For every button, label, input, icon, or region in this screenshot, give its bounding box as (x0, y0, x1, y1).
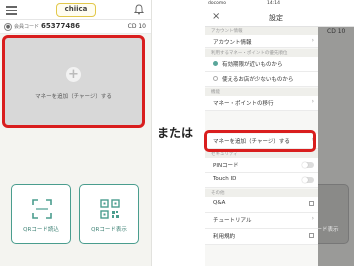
member-code-label: 会員コード (14, 24, 40, 30)
chevron-right-icon: › (311, 98, 314, 105)
page-title: 設定 (269, 14, 283, 22)
member-info-bar: ● 会員コード 65377486 CD 10 (0, 20, 151, 34)
radio-unselected-icon[interactable] (213, 76, 218, 81)
qr-show-label: QRコード表示 (91, 227, 127, 233)
bell-icon[interactable] (134, 4, 144, 15)
row-qa[interactable]: Q&A (205, 197, 318, 213)
settings-navbar: × 設定 (205, 7, 354, 27)
app-header: chiica (0, 0, 151, 20)
row-tutorial[interactable]: チュートリアル › (205, 213, 318, 229)
qr-scan-icon (32, 199, 52, 219)
chevron-right-icon: › (311, 215, 314, 222)
row-add-money[interactable]: マネーを追加（チャージ）する › (205, 134, 318, 149)
status-bar: docomo 14:14 (205, 0, 354, 7)
chevron-right-icon: › (311, 136, 314, 143)
plus-icon: + (66, 67, 81, 82)
signal-carrier: docomo (208, 1, 226, 6)
app-logo: chiica (56, 3, 96, 17)
row-priority-expiry[interactable]: 有効期限が近いものから (205, 57, 318, 72)
toggle-switch[interactable] (302, 162, 314, 168)
qr-read-button[interactable]: QRコード読込 (11, 184, 71, 244)
section-header: セキュリティ (205, 150, 318, 158)
settings-screen: docomo 14:14 × 設定 CD 10 コード表示 アカウント情報 アカ… (205, 0, 354, 266)
external-link-icon (309, 233, 314, 238)
cd-value: CD 10 (127, 23, 146, 30)
hamburger-menu-icon[interactable] (6, 6, 17, 15)
member-code-value: 65377486 (41, 22, 80, 30)
add-money-card[interactable]: + マネーを追加（チャージ）する (4, 37, 143, 126)
settings-panel: アカウント情報 アカウント情報 › 利用するマネー・ポイントの優先順位 有効期限… (205, 27, 318, 266)
qr-code-icon (100, 199, 120, 219)
qr-show-button[interactable]: QRコード表示 (79, 184, 139, 244)
section-header: アカウント情報 (205, 27, 318, 35)
background-cd-value: CD 10 (327, 28, 346, 35)
row-touch-id[interactable]: Touch ID (205, 173, 318, 188)
chevron-right-icon: › (311, 37, 314, 44)
status-time: 14:14 (267, 1, 280, 6)
row-pin-code[interactable]: PINコード (205, 158, 318, 173)
row-priority-fewer-stores[interactable]: 使えるお店が少ないものから (205, 72, 318, 87)
home-screen: chiica ● 会員コード 65377486 CD 10 + マネーを追加（チ… (0, 0, 152, 266)
section-header: 利用するマネー・ポイントの優先順位 (205, 49, 318, 57)
section-header: 機能 (205, 88, 318, 96)
radio-selected-icon[interactable] (213, 61, 218, 66)
or-connector-text: または (157, 126, 194, 140)
add-money-label: マネーを追加（チャージ）する (35, 94, 112, 100)
member-icon: ● (4, 23, 12, 31)
toggle-switch[interactable] (302, 177, 314, 183)
qr-read-label: QRコード読込 (23, 227, 59, 233)
row-transfer-money[interactable]: マネー・ポイントの移行 › (205, 96, 318, 111)
row-account-info[interactable]: アカウント情報 › (205, 35, 318, 48)
external-link-icon (309, 201, 314, 206)
row-terms[interactable]: 利用規約 (205, 229, 318, 245)
close-icon[interactable]: × (212, 11, 220, 22)
section-header: その他 (205, 189, 318, 197)
